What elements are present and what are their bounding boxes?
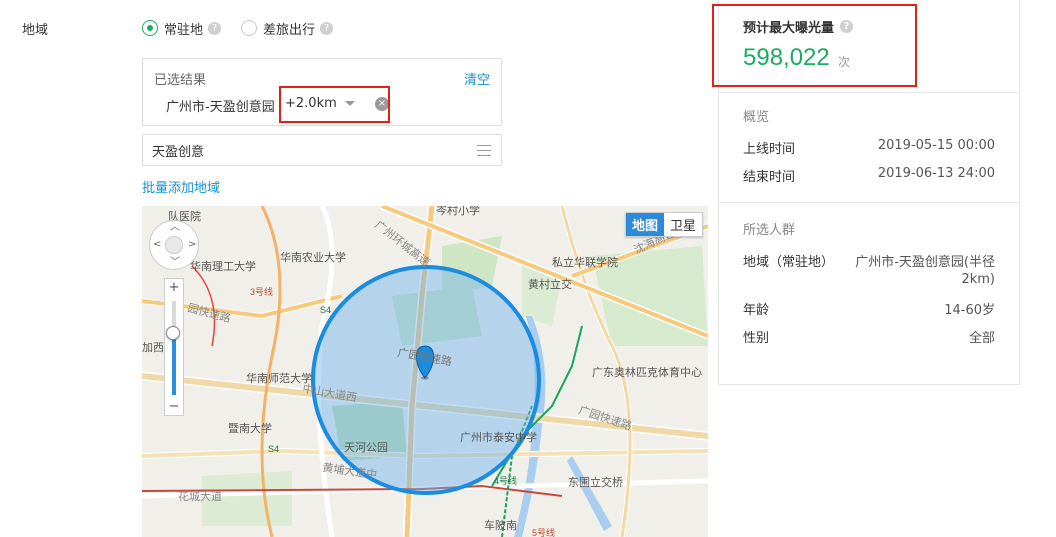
radius-dropdown[interactable]: +2.0km: [285, 92, 361, 114]
bulk-add-region-link[interactable]: 批量添加地域: [142, 177, 220, 196]
audience-age-label: 年龄: [743, 303, 770, 318]
selected-place-name: 广州市-天盈创意园: [166, 100, 275, 115]
map-type-switch: 地图 卫星: [624, 212, 703, 237]
map-label: 黄村立交: [528, 277, 572, 291]
audience-age-value: 14-60岁: [944, 303, 995, 318]
pan-left-icon[interactable]: <: [153, 240, 161, 250]
end-time-label: 结束时间: [743, 170, 796, 185]
audience-title: 所选人群: [743, 223, 796, 238]
help-icon[interactable]: ?: [840, 20, 854, 33]
map-label: 岑村小学: [436, 206, 480, 217]
map-pan-control[interactable]: ︿ ﹀ < >: [149, 220, 199, 270]
exposure-value: 598,022: [743, 44, 830, 71]
pan-right-icon[interactable]: >: [188, 240, 196, 250]
divider: [719, 202, 1019, 203]
location-search-input[interactable]: [142, 134, 502, 166]
audience-gender-label: 性别: [743, 331, 770, 346]
list-icon[interactable]: [477, 145, 491, 156]
map-label: 暨南大学: [228, 421, 272, 435]
start-time-label: 上线时间: [743, 142, 796, 157]
map-tab-satellite[interactable]: 卫星: [664, 213, 702, 236]
selected-result-box: 已选结果 清空 广州市-天盈创意园 +2.0km ×: [142, 58, 502, 126]
map-label: 4号线: [494, 475, 517, 486]
region-label: 地域: [22, 23, 49, 38]
audience-region-value-line2: 2km): [961, 272, 995, 287]
map-label: 加西: [142, 341, 164, 354]
audience-region-value-line1: 广州市-天盈创意园(半径: [855, 255, 995, 270]
radio-travel-label[interactable]: 差旅出行: [263, 19, 315, 38]
map-view[interactable]: 队医院 岑村小学 广州环城高速 私立华联学院 沈海高速 华南农业大学 华南理工大…: [142, 206, 708, 537]
map-label: 车陂南: [484, 518, 517, 532]
pan-center[interactable]: [165, 236, 183, 254]
audience-region-label: 地域（常驻地）: [743, 255, 835, 270]
radio-travel[interactable]: [241, 20, 258, 36]
map-label: 花城大道: [178, 489, 222, 503]
map-label: 私立华联学院: [552, 255, 618, 269]
clear-button[interactable]: 清空: [464, 69, 490, 88]
radio-resident[interactable]: [142, 20, 158, 36]
map-label: 东圃立交桥: [568, 475, 623, 489]
map-canvas: 队医院 岑村小学 广州环城高速 私立华联学院 沈海高速 华南农业大学 华南理工大…: [142, 206, 708, 537]
chevron-down-icon: [344, 100, 355, 106]
exposure-title: 预计最大曝光量 ?: [743, 17, 854, 36]
start-time-value: 2019-05-15 00:00: [877, 138, 995, 153]
zoom-in-button[interactable]: +: [165, 280, 183, 295]
zoom-level-fill: [172, 333, 176, 395]
exposure-title-text: 预计最大曝光量: [743, 21, 835, 36]
divider: [719, 92, 1019, 93]
map-label: 华南农业大学: [280, 250, 346, 264]
audience-gender-value: 全部: [968, 331, 995, 346]
end-time-value: 2019-06-13 24:00: [877, 166, 995, 181]
help-icon[interactable]: ?: [208, 21, 222, 35]
summary-panel: 预计最大曝光量 ? 598,022 次 概览 上线时间 2019-05-15 0…: [718, 0, 1020, 385]
map-label: 园快速路: [186, 301, 232, 325]
map-zoom-control: + −: [164, 278, 184, 416]
map-label: 华南理工大学: [190, 259, 256, 273]
help-icon[interactable]: ?: [320, 21, 334, 35]
radius-value: +2.0km: [285, 95, 337, 111]
map-label: 华南师范大学: [246, 371, 312, 385]
map-label: 天河公园: [344, 441, 388, 454]
overview-title: 概览: [743, 110, 770, 125]
pan-down-icon[interactable]: ﹀: [170, 258, 180, 268]
zoom-out-button[interactable]: −: [165, 399, 183, 414]
map-label: S4: [320, 305, 331, 315]
pan-up-icon[interactable]: ︿: [170, 223, 180, 233]
map-label: S4: [268, 444, 279, 454]
map-label: 广州市泰安中学: [460, 430, 537, 444]
map-label: 3号线: [250, 286, 273, 297]
selected-result-title: 已选结果: [154, 73, 207, 88]
exposure-unit: 次: [838, 55, 851, 69]
map-label: 5号线: [532, 527, 555, 537]
map-label: 广东奥林匹克体育中心: [592, 365, 702, 379]
remove-icon[interactable]: ×: [375, 97, 389, 111]
radio-resident-label[interactable]: 常驻地: [164, 19, 203, 38]
zoom-slider-handle[interactable]: [166, 326, 180, 340]
map-tab-map[interactable]: 地图: [625, 213, 664, 236]
region-mode-options: 常驻地 ? 差旅出行 ?: [142, 18, 353, 38]
